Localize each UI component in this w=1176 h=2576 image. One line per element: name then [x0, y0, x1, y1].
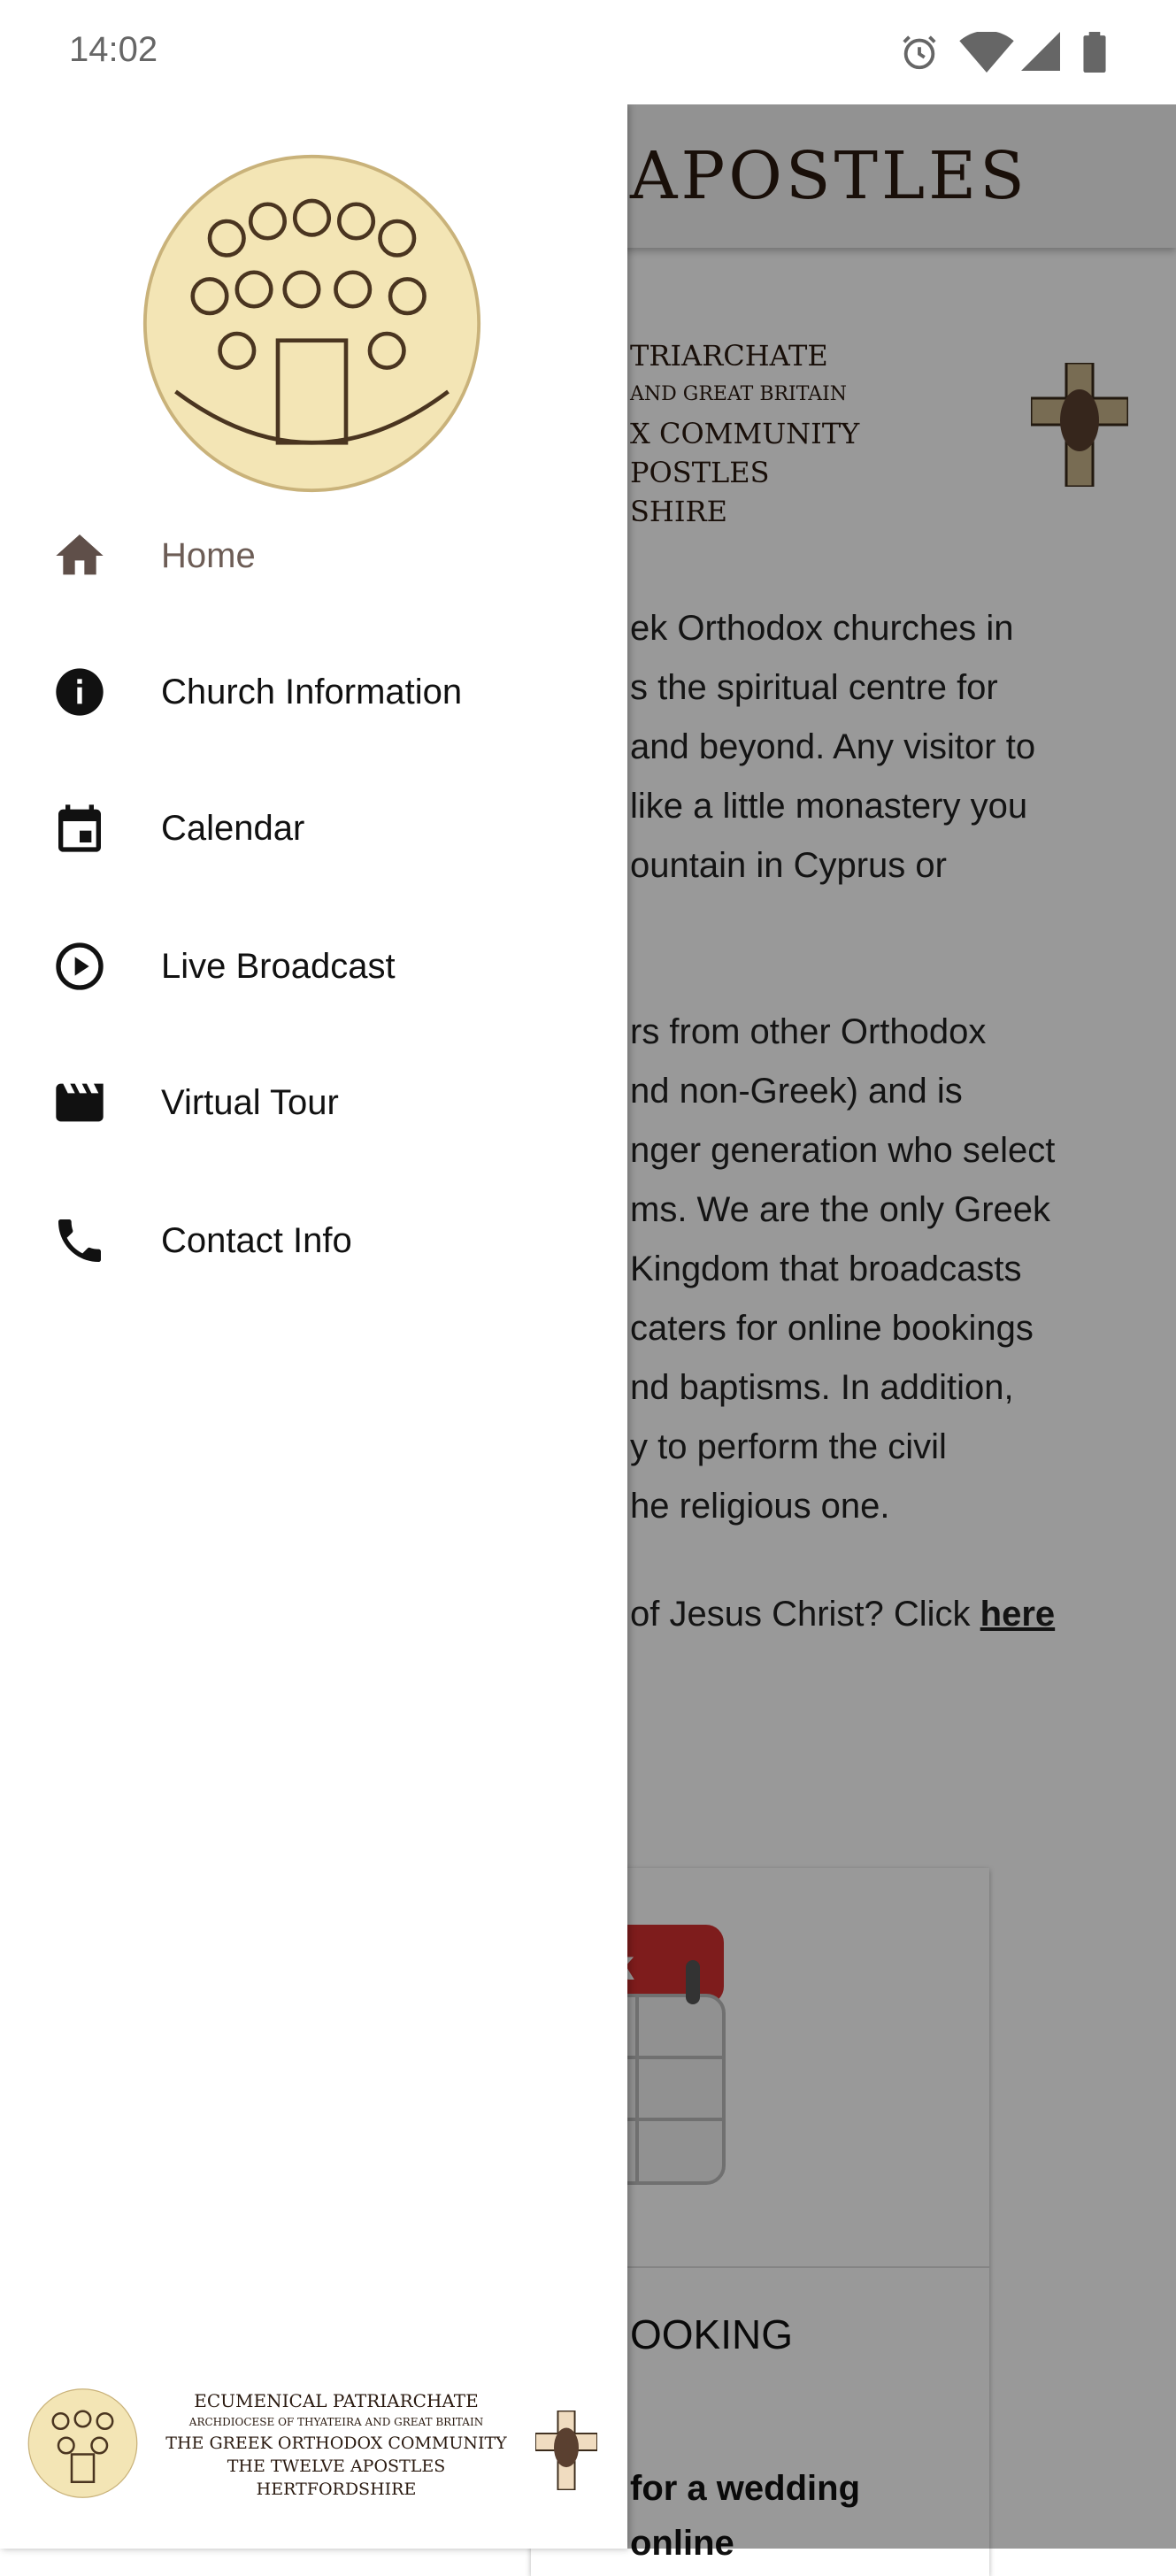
- twelve-apostles-icon-logo: [142, 154, 481, 493]
- footer-text: ECUMENICAL PATRIARCHATE ARCHDIOCESE OF T…: [164, 2389, 509, 2501]
- menu-item-home[interactable]: Home: [0, 494, 627, 618]
- alarm-icon: [903, 35, 936, 70]
- menu-item-label: Live Broadcast: [161, 946, 396, 986]
- menu-item-live-broadcast[interactable]: Live Broadcast: [0, 904, 627, 1028]
- menu-item-label: Home: [161, 535, 256, 575]
- info-icon: [56, 668, 104, 716]
- status-time: 14:02: [69, 30, 158, 69]
- phone-icon: [58, 1219, 101, 1262]
- menu-item-virtual-tour[interactable]: Virtual Tour: [0, 1041, 627, 1165]
- menu-item-label: Church Information: [161, 672, 463, 711]
- footer-line: ARCHDIOCESE OF THYATEIRA AND GREAT BRITA…: [188, 2416, 484, 2428]
- footer-line: THE GREEK ORTHODOX COMMUNITY: [165, 2434, 507, 2453]
- battery-icon: [1083, 32, 1106, 73]
- menu-item-label: Calendar: [161, 808, 305, 848]
- status-bar: 14:02: [0, 0, 1176, 104]
- menu-item-contact-info[interactable]: Contact Info: [0, 1179, 627, 1303]
- double-headed-eagle-cross-icon: [535, 2411, 597, 2490]
- menu-item-label: Contact Info: [161, 1220, 352, 1260]
- menu-item-calendar[interactable]: Calendar: [0, 766, 627, 890]
- play-circle-icon: [56, 942, 104, 990]
- home-icon: [56, 534, 104, 575]
- footer-line: HERTFORDSHIRE: [256, 2480, 417, 2499]
- footer-line: THE TWELVE APOSTLES: [227, 2457, 446, 2476]
- menu-item-label: Virtual Tour: [161, 1082, 339, 1122]
- twelve-apostles-small-logo-icon: [27, 2388, 138, 2498]
- movie-icon: [56, 1083, 104, 1122]
- wifi-icon: [959, 32, 1014, 73]
- signal-icon: [1021, 32, 1060, 71]
- navigation-drawer: Home Church Information Calendar Live Broad…: [0, 104, 627, 2549]
- drawer-footer-banner: ECUMENICAL PATRIARCHATE ARCHDIOCESE OF T…: [0, 2375, 627, 2517]
- footer-line: ECUMENICAL PATRIARCHATE: [194, 2390, 479, 2411]
- calendar-icon: [58, 804, 101, 852]
- menu-item-church-information[interactable]: Church Information: [0, 630, 627, 754]
